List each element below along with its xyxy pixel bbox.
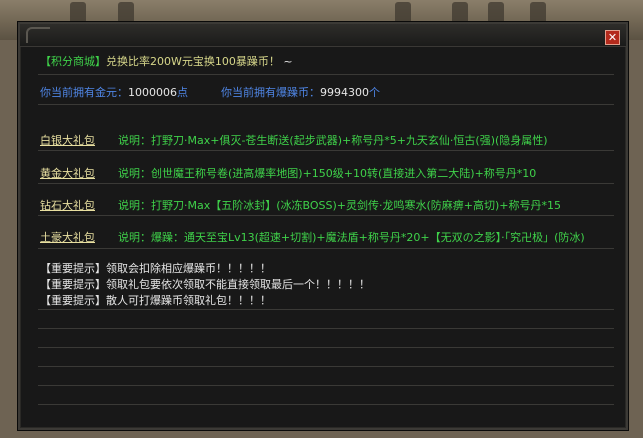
- tip-text: 散人可打爆躁币领取礼包！！！！: [106, 294, 271, 307]
- divider: [38, 385, 614, 386]
- divider: [38, 248, 614, 249]
- gold-unit: 点: [177, 86, 188, 99]
- divider: [38, 104, 614, 105]
- tilde-mark: ~: [283, 55, 293, 68]
- balance-row: 你当前拥有金元：1000006点 你当前拥有爆躁币：9994300个: [40, 84, 380, 100]
- package-desc-gold: 说明：创世魔王称号卷(进高爆率地图)+150级+10转(直接进入第二大陆)+称号…: [118, 167, 537, 180]
- package-desc-silver: 说明：打野刀·Max+俱灭-苍生断送(起步武器)+称号丹*5+九天玄仙·恒古(强…: [118, 134, 548, 147]
- exchange-rate-row: 【积分商城】兑换比率200W元宝换100暴躁币！ ~: [40, 53, 293, 69]
- divider: [38, 328, 614, 329]
- package-link-gold[interactable]: 黄金大礼包: [40, 165, 95, 181]
- package-link-silver[interactable]: 白银大礼包: [40, 132, 95, 148]
- package-desc-diamond: 说明：打野刀·Max【五阶冰封】(冰冻BOSS)+灵剑传·龙鸣寒水(防麻痹+高切…: [118, 199, 562, 212]
- corner-ornament-icon: [26, 27, 50, 43]
- scene-figure: [395, 2, 411, 24]
- tip-text: 领取礼包要依次领取不能直接领取最后一个！！！！！: [106, 278, 370, 291]
- tip-row-3: 【重要提示】散人可打爆躁币领取礼包！！！！: [40, 292, 271, 308]
- divider: [38, 215, 614, 216]
- shop-tag: 【积分商城】: [40, 55, 106, 68]
- close-button[interactable]: ✕: [605, 30, 620, 45]
- divider: [38, 404, 614, 405]
- divider: [38, 347, 614, 348]
- divider: [38, 183, 614, 184]
- coin-label: 你当前拥有爆躁币：: [221, 86, 320, 99]
- scene-figure: [452, 2, 468, 24]
- coin-unit: 个: [369, 86, 380, 99]
- tip-tag: 【重要提示】: [40, 294, 106, 307]
- shop-dialog: ✕ 【积分商城】兑换比率200W元宝换100暴躁币！ ~ 你当前拥有金元：100…: [18, 22, 628, 430]
- scene-figure: [118, 2, 134, 24]
- dialog-title-bar: [20, 24, 626, 47]
- divider: [38, 150, 614, 151]
- scene-figure: [488, 2, 504, 24]
- tip-text: 领取会扣除相应爆躁币！！！！！: [106, 262, 271, 275]
- exchange-rate-text: 兑换比率200W元宝换100暴躁币！: [106, 55, 280, 68]
- tip-row-1: 【重要提示】领取会扣除相应爆躁币！！！！！: [40, 260, 271, 276]
- divider: [38, 366, 614, 367]
- package-link-diamond[interactable]: 钻石大礼包: [40, 197, 95, 213]
- scene-figure: [530, 2, 546, 24]
- scene-figure: [70, 2, 86, 24]
- divider: [38, 74, 614, 75]
- gold-label: 你当前拥有金元：: [40, 86, 128, 99]
- package-desc-tycoon: 说明：爆躁：通天至宝Lv13(超速+切割)+魔法盾+称号丹*20+【无双の之影】…: [118, 231, 585, 244]
- package-link-tycoon[interactable]: 土豪大礼包: [40, 229, 95, 245]
- tip-row-2: 【重要提示】领取礼包要依次领取不能直接领取最后一个！！！！！: [40, 276, 370, 292]
- coin-value: 9994300: [320, 86, 369, 99]
- tip-tag: 【重要提示】: [40, 278, 106, 291]
- gold-value: 1000006: [128, 86, 177, 99]
- close-icon: ✕: [607, 31, 618, 44]
- tip-tag: 【重要提示】: [40, 262, 106, 275]
- divider: [38, 309, 614, 310]
